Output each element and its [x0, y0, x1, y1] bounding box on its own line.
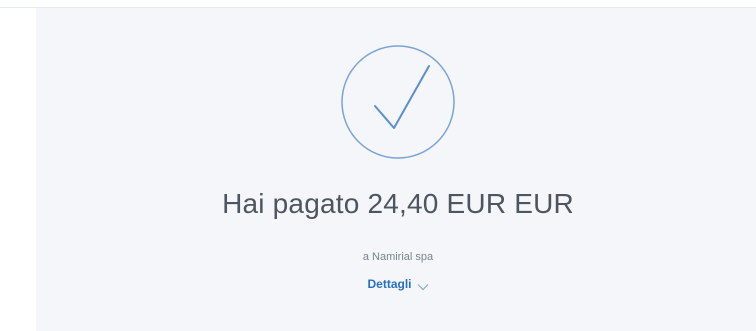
details-label: Dettagli	[367, 277, 412, 291]
payment-amount-heading: Hai pagato 24,40 EUR EUR	[222, 188, 574, 219]
payee-label: a Namirial spa	[362, 251, 434, 263]
checkmark-circle-icon	[338, 42, 458, 162]
chevron-down-icon	[417, 280, 429, 291]
details-toggle-link[interactable]: Dettagli	[367, 277, 428, 291]
payment-confirmation-page: Hai pagato 24,40 EUR EUR a Namirial spa …	[0, 0, 756, 331]
